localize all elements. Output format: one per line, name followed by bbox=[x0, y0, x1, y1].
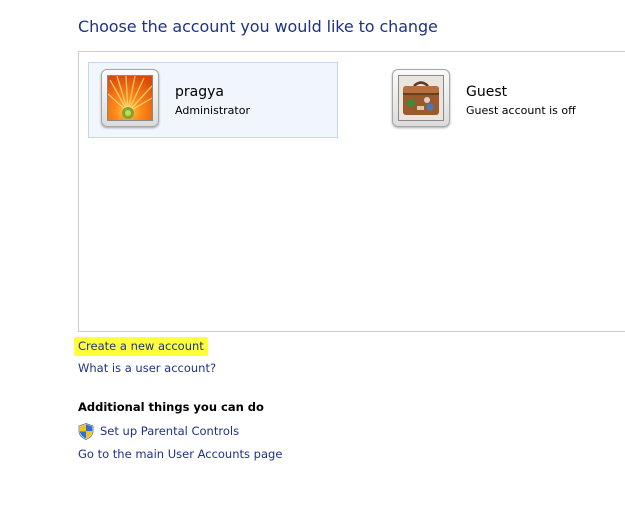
flower-picture bbox=[107, 75, 153, 121]
avatar bbox=[101, 69, 159, 127]
account-role: Administrator bbox=[175, 104, 250, 117]
account-tile-pragya[interactable]: pragya Administrator bbox=[88, 62, 338, 138]
account-name: pragya bbox=[175, 84, 224, 100]
additional-heading: Additional things you can do bbox=[78, 400, 264, 414]
create-account-link[interactable]: Create a new account bbox=[74, 337, 208, 356]
parental-controls-link[interactable]: Set up Parental Controls bbox=[100, 424, 239, 438]
account-tile-guest[interactable]: Guest Guest account is off bbox=[379, 62, 619, 138]
shield-icon bbox=[78, 423, 94, 440]
main-user-accounts-link[interactable]: Go to the main User Accounts page bbox=[78, 447, 282, 461]
accounts-panel: pragya Administrator Guest Guest account bbox=[78, 51, 625, 332]
briefcase-picture bbox=[398, 75, 444, 121]
page-title: Choose the account you would like to cha… bbox=[78, 17, 438, 36]
account-name: Guest bbox=[466, 84, 508, 100]
account-role: Guest account is off bbox=[466, 104, 576, 117]
avatar bbox=[392, 69, 450, 127]
what-is-account-link[interactable]: What is a user account? bbox=[78, 361, 216, 375]
